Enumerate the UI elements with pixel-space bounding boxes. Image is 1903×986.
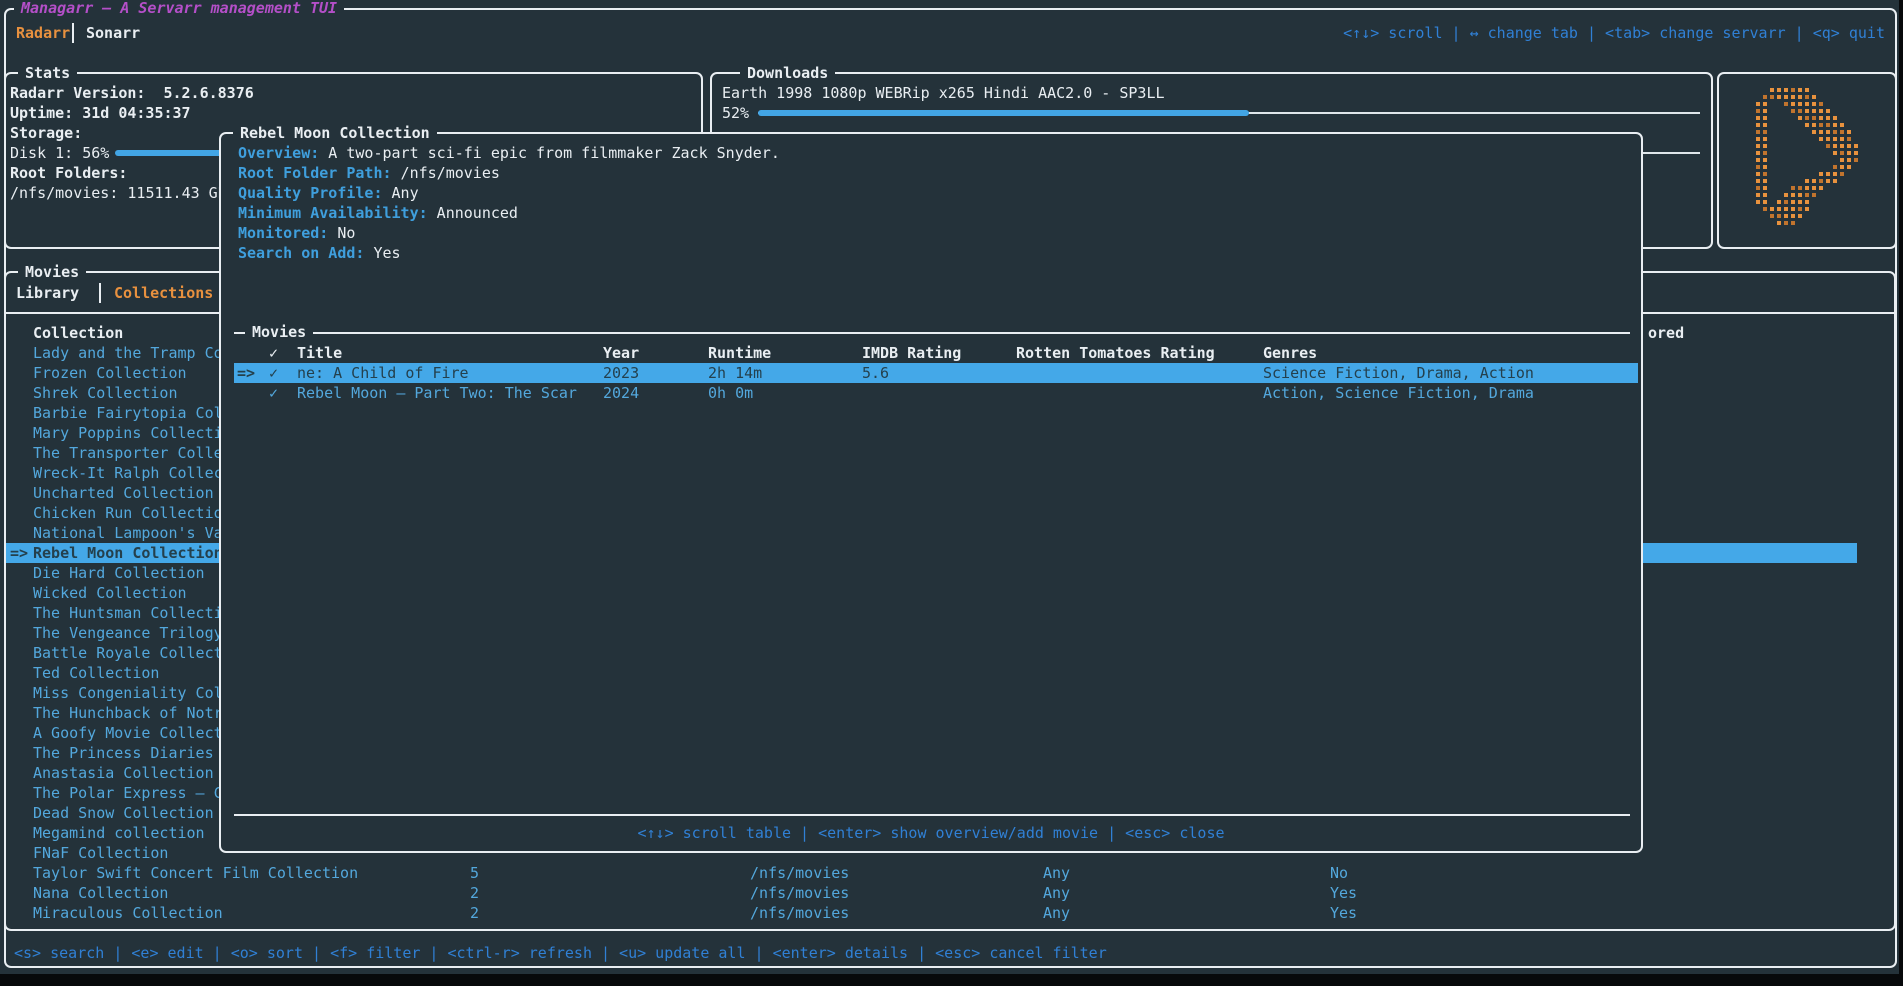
collection-name: The Vengeance Trilogy [33, 623, 223, 643]
collection-name: Die Hard Collection [33, 563, 205, 583]
movie-cell: Rebel Moon – Part Two: The Scar [297, 383, 577, 403]
movie-cell: 5.6 [862, 363, 889, 383]
monitored-check-icon: ✓ [269, 383, 278, 403]
movies-table-header-cell: Runtime [708, 343, 771, 363]
selection-arrow-icon: => [10, 543, 28, 563]
collection-cell: 2 [470, 883, 479, 903]
collection-name: The Polar Express – C [33, 783, 223, 803]
movies-table-header-cell: Genres [1263, 343, 1317, 363]
collection-name: Ted Collection [33, 663, 159, 683]
field-label: Minimum Availability: [238, 204, 428, 222]
collection-name: Lady and the Tramp Co [33, 343, 223, 363]
collection-name: Taylor Swift Concert Film Collection [33, 863, 358, 883]
collection-details-modal: Rebel Moon Collection [219, 132, 1643, 853]
collection-cell: Any [1043, 863, 1070, 883]
field-label: Overview: [238, 144, 319, 162]
movie-cell: 2023 [603, 363, 639, 383]
collection-name: Miraculous Collection [33, 903, 223, 923]
field-value: No [328, 224, 355, 242]
collection-name: The Princess Diaries [33, 743, 214, 763]
modal-field-line: Quality Profile: Any [238, 183, 419, 203]
collection-name: National Lampoon's Va [33, 523, 223, 543]
modal-field-line: Root Folder Path: /nfs/movies [238, 163, 500, 183]
movie-cell: ne: A Child of Fire [297, 363, 469, 383]
collection-row[interactable]: Nana Collection 2/nfs/movies Any Yes [6, 883, 1857, 903]
movie-cell: Action, Science Fiction, Drama [1263, 383, 1534, 403]
collection-name: Wreck-It Ralph Collec [33, 463, 223, 483]
collection-row[interactable]: Miraculous Collection 2/nfs/movies Any Yes [6, 903, 1857, 923]
collection-name: Wicked Collection [33, 583, 187, 603]
movie-cell: 0h 0m [708, 383, 753, 403]
collection-name: The Transporter Colle [33, 443, 223, 463]
collection-name: Miss Congeniality Col [33, 683, 223, 703]
movies-table-header-cell: Year [603, 343, 639, 363]
movies-table-header-cell: Title [297, 343, 342, 363]
collection-cell: 2 [470, 903, 479, 923]
collection-name: Chicken Run Collectio [33, 503, 223, 523]
collection-name: Frozen Collection [33, 363, 187, 383]
movie-cell: 2h 14m [708, 363, 762, 383]
collection-cell: /nfs/movies [750, 863, 849, 883]
modal-field-line: Minimum Availability: Announced [238, 203, 518, 223]
collection-name: The Hunchback of Notr [33, 703, 223, 723]
movies-table-header-cell: ✓ [269, 343, 278, 363]
collection-name: The Huntsman Collecti [33, 603, 223, 623]
collection-name: Rebel Moon Collection [33, 543, 223, 563]
field-label: Search on Add: [238, 244, 364, 262]
movies-table-header-cell: IMDB Rating [862, 343, 961, 363]
collection-cell: Yes [1330, 883, 1357, 903]
field-label: Root Folder Path: [238, 164, 392, 182]
movies-table-header-cell: Rotten Tomatoes Rating [1016, 343, 1215, 363]
collection-cell: /nfs/movies [750, 903, 849, 923]
field-label: Quality Profile: [238, 184, 383, 202]
monitored-check-icon: ✓ [269, 363, 278, 383]
collection-cell: 5 [470, 863, 479, 883]
collection-name: Megamind collection [33, 823, 205, 843]
selection-arrow-icon: => [237, 363, 255, 383]
collection-cell: No [1330, 863, 1348, 883]
field-label: Monitored: [238, 224, 328, 242]
field-value: Yes [364, 244, 400, 262]
movie-cell: Science Fiction, Drama, Action [1263, 363, 1534, 383]
modal-field-line: Search on Add: Yes [238, 243, 401, 263]
collection-name: Anastasia Collection [33, 763, 214, 783]
modal-title: Rebel Moon Collection [233, 123, 437, 143]
collection-cell: Yes [1330, 903, 1357, 923]
collection-name: Mary Poppins Collecti [33, 423, 223, 443]
collection-row[interactable]: Taylor Swift Concert Film Collection 5/nf… [6, 863, 1857, 883]
collection-name: Nana Collection [33, 883, 168, 903]
collection-cell: /nfs/movies [750, 883, 849, 903]
collection-name: Shrek Collection [33, 383, 178, 403]
collection-cell: Any [1043, 883, 1070, 903]
collection-name: Battle Royale Collect [33, 643, 223, 663]
field-value: Announced [428, 204, 518, 222]
collection-name: Barbie Fairytopia Col [33, 403, 223, 423]
collection-name: FNaF Collection [33, 843, 168, 863]
collection-name: Uncharted Collection [33, 483, 214, 503]
field-value: /nfs/movies [392, 164, 500, 182]
collection-name: A Goofy Movie Collect [33, 723, 223, 743]
bottom-keybind-hints: <s> search | <e> edit | <o> sort | <f> f… [14, 943, 1107, 963]
managarr-tui-screen: Managarr – A Servarr management TUI Rada… [0, 0, 1903, 986]
collection-cell: Any [1043, 903, 1070, 923]
collection-name: Dead Snow Collection [33, 803, 214, 823]
modal-field-line: Monitored: No [238, 223, 355, 243]
movie-cell: 2024 [603, 383, 639, 403]
modal-field-line: Overview: A two-part sci-fi epic from fi… [238, 143, 780, 163]
field-value: A two-part sci-fi epic from filmmaker Za… [319, 144, 780, 162]
field-value: Any [383, 184, 419, 202]
